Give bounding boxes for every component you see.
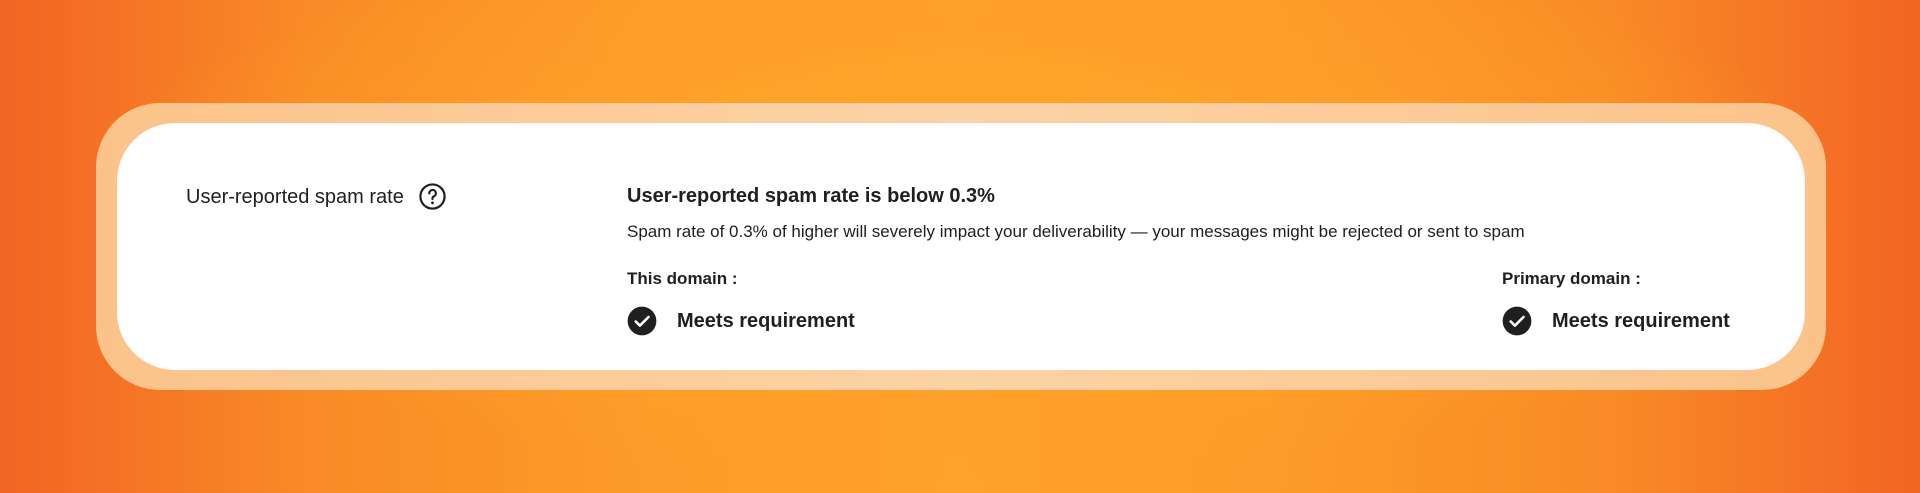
result-headline: User-reported spam rate is below 0.3% [627,185,995,207]
this-domain-section: This domain : Meets requirement [627,267,855,336]
primary-domain-title: Primary domain : [1502,269,1641,288]
this-domain-status: Meets requirement [627,306,855,336]
check-circle-icon [1502,306,1532,336]
this-domain-title: This domain : [627,269,738,288]
help-circle-icon[interactable] [418,182,447,211]
this-domain-status-text: Meets requirement [677,310,855,332]
metric-row-header: User-reported spam rate [186,182,447,211]
check-circle-icon [627,306,657,336]
result-description: Spam rate of 0.3% of higher will severel… [627,222,1525,241]
primary-domain-section: Primary domain : Meets requirement [1502,267,1730,336]
metric-label: User-reported spam rate [186,185,404,208]
primary-domain-status-text: Meets requirement [1552,310,1730,332]
primary-domain-status: Meets requirement [1502,306,1730,336]
